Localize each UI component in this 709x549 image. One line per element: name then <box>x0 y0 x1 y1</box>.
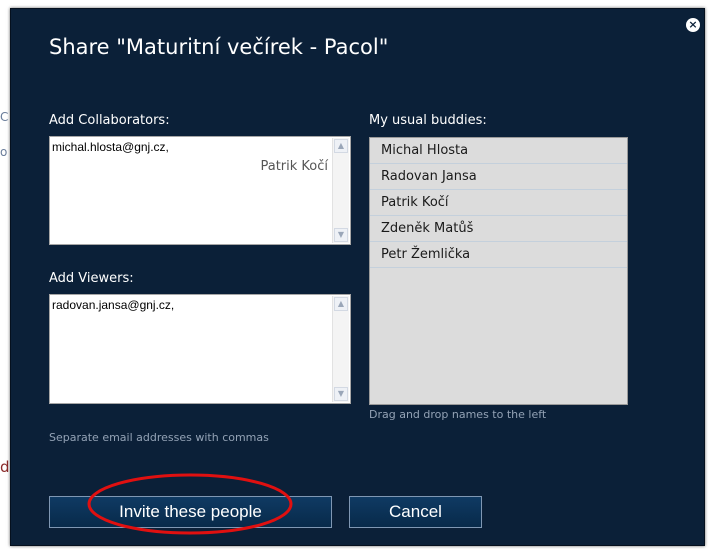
share-dialog: × Share "Maturitní večírek - Pacol" Add … <box>10 8 705 546</box>
separator-hint: Separate email addresses with commas <box>49 431 269 444</box>
buddy-item[interactable]: Zdeněk Matůš <box>370 216 627 242</box>
viewers-label: Add Viewers: <box>49 271 134 286</box>
collaborators-textarea[interactable]: michal.hlosta@gnj.cz, Patrik Kočí ▲ ▼ <box>49 136 351 245</box>
cancel-button[interactable]: Cancel <box>349 496 482 528</box>
buddies-list: Michal Hlosta Radovan Jansa Patrik Kočí … <box>369 137 628 405</box>
scroll-down-icon[interactable]: ▼ <box>334 228 348 242</box>
viewers-textarea[interactable]: radovan.jansa@gnj.cz, ▲ ▼ <box>49 294 351 404</box>
collaborators-value: michal.hlosta@gnj.cz, <box>52 140 169 154</box>
buddy-item[interactable]: Michal Hlosta <box>370 138 627 164</box>
buddies-label: My usual buddies: <box>369 113 487 128</box>
invite-button[interactable]: Invite these people <box>49 496 332 528</box>
buddy-item[interactable]: Radovan Jansa <box>370 164 627 190</box>
scroll-down-icon[interactable]: ▼ <box>334 387 348 401</box>
dialog-title: Share "Maturitní večírek - Pacol" <box>49 35 389 59</box>
collaborator-pending-name: Patrik Kočí <box>260 159 328 174</box>
drag-hint: Drag and drop names to the left <box>369 408 547 421</box>
viewers-scrollbar[interactable]: ▲ ▼ <box>332 296 349 402</box>
collaborators-scrollbar[interactable]: ▲ ▼ <box>332 138 349 243</box>
buddy-item[interactable]: Patrik Kočí <box>370 190 627 216</box>
viewers-value: radovan.jansa@gnj.cz, <box>52 298 175 312</box>
collaborators-label: Add Collaborators: <box>49 113 170 128</box>
scroll-up-icon[interactable]: ▲ <box>334 139 348 153</box>
buddy-item[interactable]: Petr Žemlička <box>370 242 627 268</box>
close-icon[interactable]: × <box>686 18 700 32</box>
scroll-up-icon[interactable]: ▲ <box>334 297 348 311</box>
